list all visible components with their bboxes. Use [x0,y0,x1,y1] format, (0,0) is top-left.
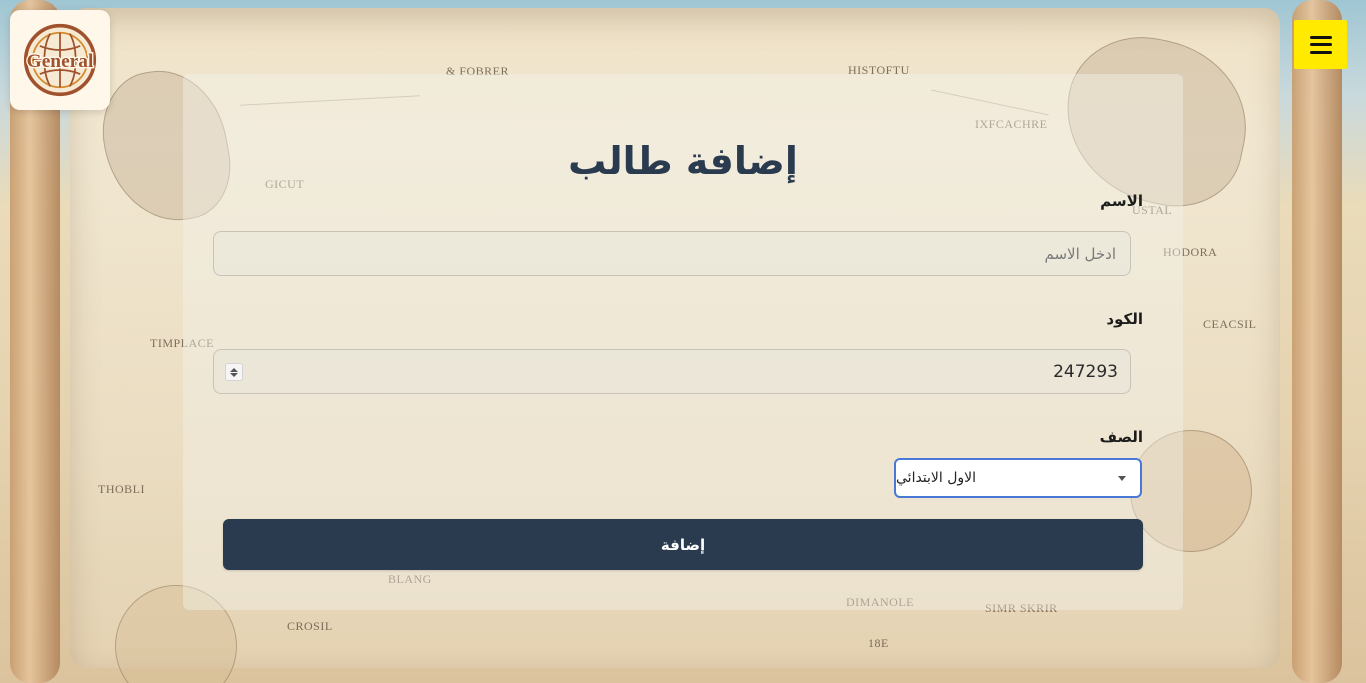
background-map-label: CEACSIL [1203,317,1257,331]
class-selected-value: الاول الابتدائي [896,470,977,486]
brand-logo-text: General [27,51,94,72]
code-input-container [213,349,1131,394]
menu-line [1309,50,1332,54]
name-label: الاسم [1100,192,1143,210]
code-number-stepper[interactable] [225,363,243,381]
page-title: إضافة طالب [568,139,798,184]
add-button[interactable]: إضافة [223,519,1143,570]
code-input[interactable] [214,350,1130,393]
menu-button[interactable] [1294,20,1347,69]
name-input[interactable] [214,232,1130,275]
class-label: الصف [1099,428,1143,446]
background-map-label: 18E [868,636,889,650]
background-map-label: THOBLI [98,482,145,496]
chevron-down-icon [230,372,238,377]
background-map-label: CROSIL [287,619,333,633]
code-label: الكود [1106,310,1143,328]
globe-logo-icon: General [23,23,97,97]
chevron-up-icon [230,367,238,372]
class-select[interactable]: الاول الابتدائي [894,458,1142,498]
menu-line [1309,43,1332,46]
add-student-form: إضافة طالب الاسم الكود الصف الاول الابتد… [183,74,1183,610]
dropdown-arrow-icon [1118,476,1126,481]
brand-logo: General [10,10,110,110]
name-input-container [213,231,1131,276]
hamburger-menu-icon [1309,35,1332,54]
menu-line [1309,35,1332,39]
